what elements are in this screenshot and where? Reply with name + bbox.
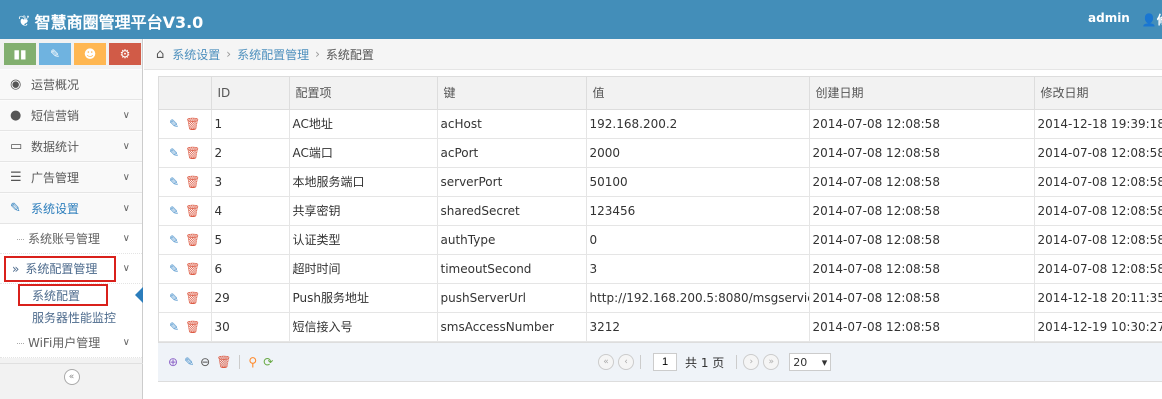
users-icon[interactable]: ☻ — [74, 43, 106, 65]
sidebar-item-sms[interactable]: ● 短信营销 ∨ — [0, 100, 142, 131]
edit-icon[interactable]: ✎ — [169, 233, 179, 247]
add-icon[interactable]: ⊕ — [168, 355, 178, 369]
trash-icon[interactable]: 🗑 — [185, 204, 200, 218]
chart-icon[interactable]: ▮▮ — [4, 43, 36, 65]
user-menu[interactable]: admin 👤修 — [1088, 11, 1162, 28]
app-title: 智慧商圈管理平台V3.0 — [34, 13, 204, 32]
sidebar-item-overview[interactable]: ◉ 运营概况 — [0, 69, 142, 100]
sidebar-subitem-wifi-users[interactable]: WiFi用户管理 ∨ — [0, 328, 142, 358]
prev-page-icon[interactable]: ‹ — [618, 354, 634, 370]
chevron-down-icon: ∨ — [122, 172, 130, 183]
edit-icon[interactable]: ✎ — [169, 117, 179, 131]
col-actions — [159, 77, 212, 110]
last-page-icon[interactable]: » — [763, 354, 780, 370]
trash-icon[interactable]: 🗑 — [185, 117, 200, 131]
sidebar-item-ads[interactable]: ☰ 广告管理 ∨ — [0, 162, 142, 193]
table-row[interactable]: ✎ 🗑 29 Push服务地址 pushServerUrl http://192.… — [159, 283, 1162, 313]
edit-icon[interactable]: ✎ — [169, 146, 179, 160]
table-row[interactable]: ✎ 🗑 3 本地服务端口 serverPort 50100 2014-07-08 … — [159, 167, 1162, 197]
table-row[interactable]: ✎ 🗑 6 超时时间 timeoutSecond 3 2014-07-08 12:… — [159, 254, 1162, 284]
sidebar-item-stats[interactable]: ▭ 数据统计 ∨ — [0, 131, 142, 162]
highlight-box — [4, 256, 116, 282]
breadcrumb-link-config-mgmt[interactable]: 系统配置管理 — [237, 46, 309, 63]
zoom-icon[interactable]: ⊖ — [200, 355, 210, 369]
breadcrumb-current: 系统配置 — [325, 47, 374, 62]
table-row[interactable]: ✎ 🗑 4 共享密钥 sharedSecret 123456 2014-07-08… — [159, 196, 1162, 226]
table-row[interactable]: ✎ 🗑 30 短信接入号 smsAccessNumber 3212 2014-07… — [159, 312, 1162, 342]
active-caret-icon — [135, 287, 143, 303]
leaf-icon: ❦ — [18, 12, 31, 30]
pencil-icon[interactable]: ✎ — [39, 43, 71, 65]
col-modified[interactable]: 修改日期 — [1034, 77, 1162, 110]
list-icon: ☰ — [10, 170, 22, 185]
table-row[interactable]: ✎ 🗑 1 AC地址 acHost 192.168.200.2 2014-07-0… — [159, 109, 1162, 139]
trash-icon[interactable]: 🗑 — [185, 320, 200, 334]
breadcrumb: ⌂ 系统设置 › 系统配置管理 › 系统配置 — [144, 39, 1162, 70]
chevron-down-icon: ∨ — [122, 263, 130, 274]
desktop-icon: ▭ — [10, 139, 23, 154]
chevron-down-icon: ∨ — [122, 233, 130, 244]
pagination: « ‹ 共 1 页 › » 20 ▾ — [598, 353, 832, 371]
search-icon[interactable]: ⚲ — [248, 355, 257, 369]
sidebar-item-settings[interactable]: ✎ 系统设置 ∨ — [0, 193, 142, 224]
dashboard-icon: ◉ — [10, 77, 22, 92]
trash-icon[interactable]: 🗑 — [185, 262, 200, 276]
user-icon: 👤 — [1141, 13, 1157, 27]
page-input[interactable] — [653, 353, 677, 371]
caret-down-icon: ▾ — [821, 355, 828, 369]
collapse-icon[interactable]: « — [63, 368, 80, 385]
config-table: ID 配置项 键 值 创建日期 修改日期 ✎ 🗑 1 AC地址 acHost 19… — [158, 76, 1162, 382]
pager: ⊕ ✎ ⊖ 🗑 ⚲ ⟳ « ‹ 共 1 页 › » 20 ▾ — [158, 342, 1162, 381]
sidebar-subitem-config[interactable]: » 系统配置管理 ∨ — [0, 254, 142, 284]
edit-icon[interactable]: ✎ — [169, 175, 179, 189]
chevron-down-icon: ∨ — [122, 110, 130, 121]
trash-icon[interactable]: 🗑 — [216, 355, 231, 369]
chevron-down-icon: ∨ — [122, 337, 130, 348]
edit-icon[interactable]: ✎ — [184, 355, 194, 369]
table-row[interactable]: ✎ 🗑 2 AC端口 acPort 2000 2014-07-08 12:08:5… — [159, 138, 1162, 168]
col-value[interactable]: 值 — [586, 77, 810, 110]
col-item[interactable]: 配置项 — [289, 77, 438, 110]
sidebar-subitem-accounts[interactable]: 系统账号管理 ∨ — [0, 224, 142, 254]
col-created[interactable]: 创建日期 — [809, 77, 1035, 110]
col-id[interactable]: ID — [211, 77, 290, 110]
chevron-down-icon: ∨ — [122, 203, 130, 214]
edit-icon[interactable]: ✎ — [169, 204, 179, 218]
next-page-icon[interactable]: › — [743, 354, 760, 370]
trash-icon[interactable]: 🗑 — [185, 291, 200, 305]
sidebar: ▮▮ ✎ ☻ ⚙ ◉ 运营概况 ● 短信营销 ∨ ▭ 数据统计 ∨ ☰ 广告管理… — [0, 39, 143, 399]
comments-icon: ● — [10, 108, 22, 123]
username: admin — [1088, 11, 1130, 25]
home-icon[interactable]: ⌂ — [156, 47, 164, 62]
table-header: ID 配置项 键 值 创建日期 修改日期 — [159, 77, 1162, 110]
trash-icon[interactable]: 🗑 — [185, 146, 200, 160]
table-row[interactable]: ✎ 🗑 5 认证类型 authType 0 2014-07-08 12:08:58… — [159, 225, 1162, 255]
edit-icon[interactable]: ✎ — [169, 291, 179, 305]
page-total: 共 1 页 — [685, 355, 725, 370]
brand[interactable]: ❦ 智慧商圈管理平台V3.0 — [18, 9, 203, 33]
edit-icon[interactable]: ✎ — [169, 320, 179, 334]
first-page-icon[interactable]: « — [598, 354, 614, 370]
refresh-icon[interactable]: ⟳ — [263, 355, 273, 369]
page-size-select[interactable]: 20 ▾ — [789, 353, 832, 371]
cogs-icon[interactable]: ⚙ — [109, 43, 141, 65]
breadcrumb-link-settings[interactable]: 系统设置 — [172, 46, 220, 63]
sidebar-collapse[interactable]: « — [0, 363, 143, 389]
grid-toolbar: ⊕ ✎ ⊖ 🗑 ⚲ ⟳ — [158, 355, 273, 369]
trash-icon[interactable]: 🗑 — [185, 175, 200, 189]
user-action[interactable]: 👤修 — [1142, 11, 1162, 28]
top-navbar: ❦ 智慧商圈管理平台V3.0 admin 👤修 — [0, 0, 1162, 39]
chevron-down-icon: ∨ — [122, 141, 130, 152]
sidebar-subitem-server-monitor[interactable]: 服务器性能监控 — [0, 306, 142, 328]
shortcut-bar: ▮▮ ✎ ☻ ⚙ — [0, 39, 142, 69]
edit-icon: ✎ — [10, 201, 21, 216]
col-key[interactable]: 键 — [437, 77, 587, 110]
trash-icon[interactable]: 🗑 — [185, 233, 200, 247]
edit-icon[interactable]: ✎ — [169, 262, 179, 276]
sidebar-subitem-system-config[interactable]: 系统配置 — [0, 284, 143, 306]
